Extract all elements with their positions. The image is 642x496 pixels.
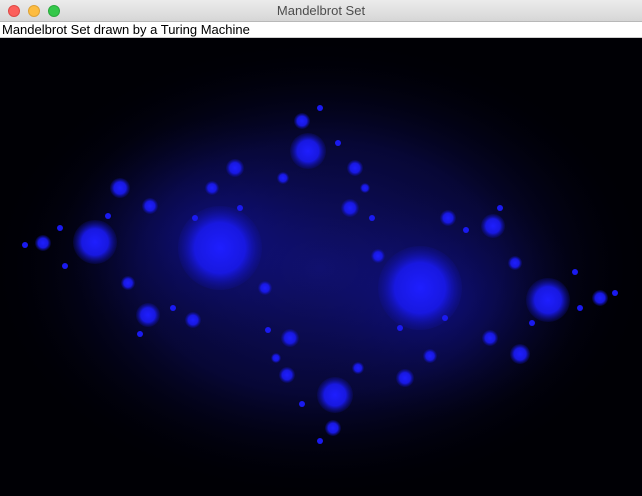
fractal-image	[0, 38, 642, 496]
app-window: Mandelbrot Set Mandelbrot Set drawn by a…	[0, 0, 642, 496]
caption-bar: Mandelbrot Set drawn by a Turing Machine	[0, 22, 642, 38]
window-title: Mandelbrot Set	[276, 3, 366, 18]
caption-label: Mandelbrot Set drawn by a Turing Machine	[2, 22, 250, 37]
fractal-canvas	[0, 38, 642, 496]
title-bar[interactable]: Mandelbrot Set	[0, 0, 642, 22]
